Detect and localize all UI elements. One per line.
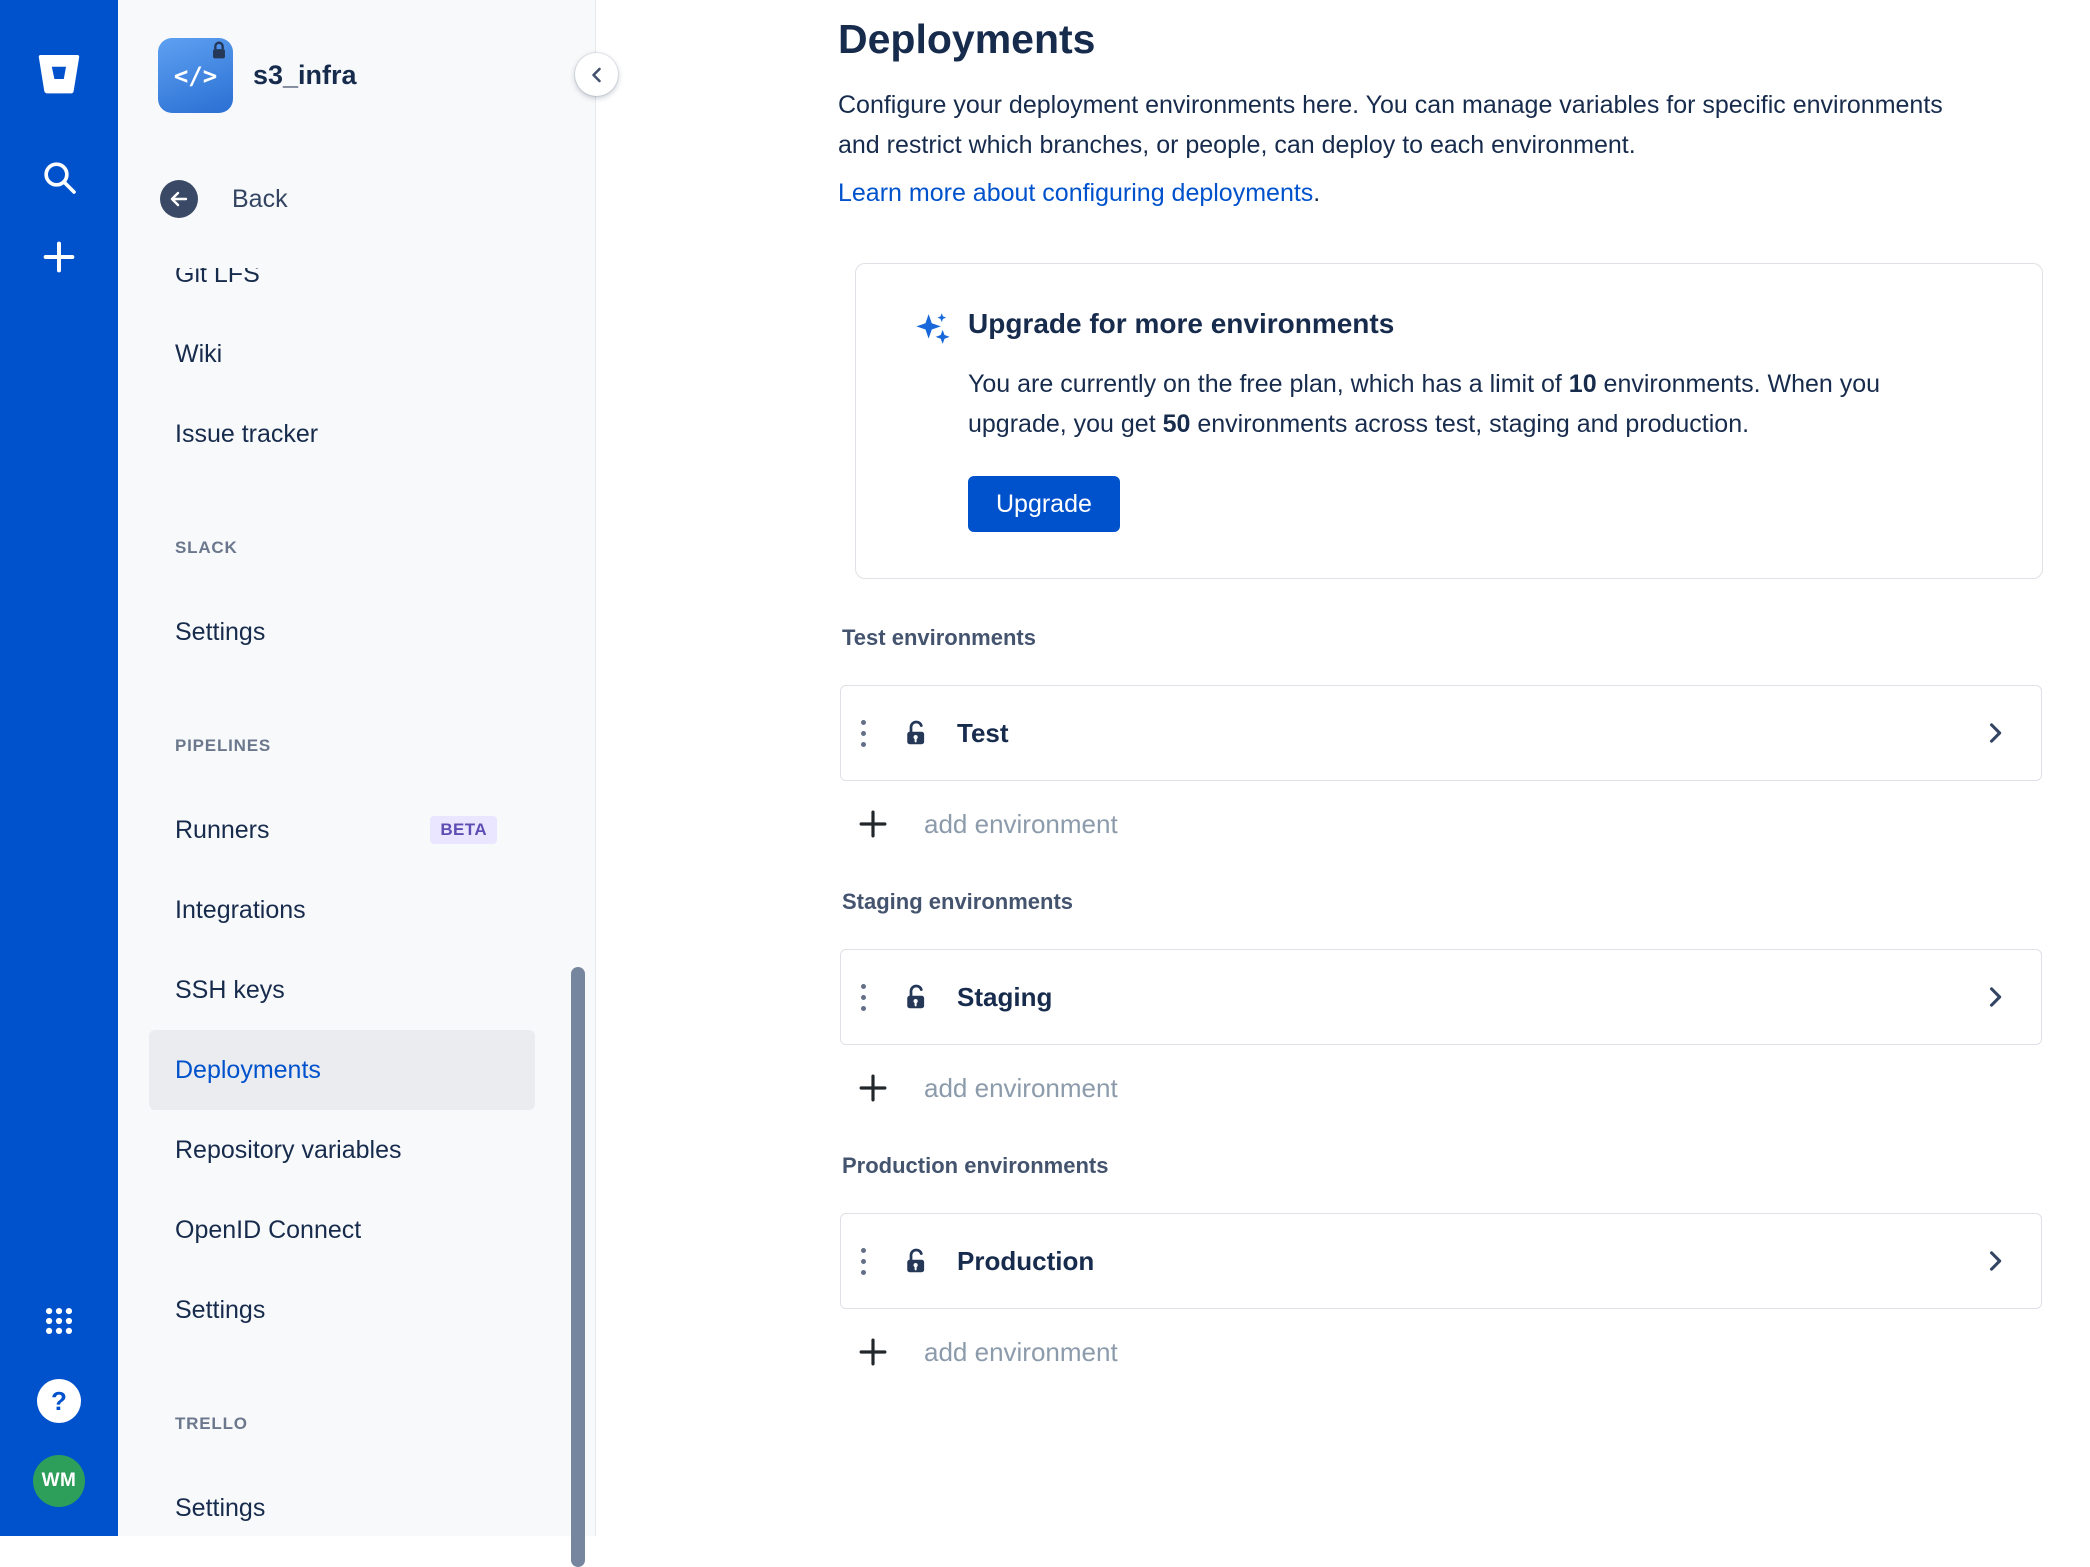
sidebar-item-label: Runners — [175, 816, 270, 845]
sidebar-item-slack-settings[interactable]: Settings — [149, 592, 535, 672]
page-description: Configure your deployment environments h… — [838, 85, 1943, 165]
plus-icon — [854, 1069, 892, 1107]
deployments-page: Deployments Configure your deployment en… — [596, 0, 2090, 1536]
unlock-icon — [901, 1246, 931, 1276]
learn-more-link[interactable]: Learn more about configuring deployments — [838, 179, 1313, 207]
sidebar-item-repository-variables[interactable]: Repository variables — [149, 1110, 535, 1190]
sidebar-item-pipelines-settings[interactable]: Settings — [149, 1270, 535, 1350]
upgrade-card-title: Upgrade for more environments — [968, 308, 2002, 340]
page-title: Deployments — [838, 16, 2045, 63]
search-icon[interactable] — [0, 152, 118, 202]
sidebar-header: </> s3_infra Back — [118, 0, 595, 268]
sidebar-heading-trello: TRELLO — [118, 1396, 595, 1452]
section-label-production: Production environments — [842, 1153, 2045, 1179]
add-environment-label: add environment — [924, 1073, 1118, 1104]
sidebar-item-label: SSH keys — [175, 976, 285, 1005]
environment-row-test[interactable]: Test — [840, 685, 2042, 781]
sidebar-item-label: Deployments — [175, 1056, 321, 1085]
back-label: Back — [232, 185, 288, 214]
lock-icon — [208, 40, 230, 62]
plus-icon — [854, 1333, 892, 1371]
sidebar-item-issue-tracker[interactable]: Issue tracker — [149, 394, 535, 474]
back-arrow-icon — [160, 180, 198, 218]
free-limit: 10 — [1569, 370, 1597, 398]
create-icon[interactable] — [0, 232, 118, 282]
repo-name: s3_infra — [253, 60, 357, 91]
add-environment-label: add environment — [924, 809, 1118, 840]
card-body-text: environments across test, staging and pr… — [1190, 410, 1749, 438]
sidebar-item-label: Settings — [175, 1494, 265, 1523]
sidebar-item-label: Wiki — [175, 340, 222, 369]
sidebar-collapse-button[interactable] — [575, 53, 618, 96]
sidebar-heading-pipelines: PIPELINES — [118, 718, 595, 774]
plus-icon — [854, 805, 892, 843]
environment-name: Test — [957, 718, 1009, 749]
sidebar-item-label: Integrations — [175, 896, 306, 925]
sidebar-item-git-lfs[interactable]: Git LFS — [149, 268, 535, 314]
environment-row-production[interactable]: Production — [840, 1213, 2042, 1309]
sidebar-item-label: Settings — [175, 1296, 265, 1325]
repo-sidebar: </> s3_infra Back Git LFS Wiki — [118, 0, 596, 1536]
sidebar-item-openid-connect[interactable]: OpenID Connect — [149, 1190, 535, 1270]
sidebar-item-label: OpenID Connect — [175, 1216, 361, 1245]
upgrade-card-body: You are currently on the free plan, whic… — [968, 364, 1978, 444]
sidebar-scrollbar[interactable] — [571, 967, 585, 1567]
unlock-icon — [901, 718, 931, 748]
sidebar-item-label: Issue tracker — [175, 420, 318, 449]
drag-handle-icon[interactable] — [841, 950, 885, 1044]
chevron-right-icon[interactable] — [1981, 719, 2009, 752]
learn-more-suffix: . — [1313, 179, 1320, 207]
sidebar-item-deployments[interactable]: Deployments — [149, 1030, 535, 1110]
avatar-initials: WM — [33, 1455, 85, 1507]
sidebar-scroll-area: Git LFS Wiki Issue tracker SLACK Setting… — [118, 268, 595, 1536]
sparkle-icon — [912, 308, 954, 355]
environment-name: Production — [957, 1246, 1094, 1277]
paid-limit: 50 — [1163, 410, 1191, 438]
sidebar-item-ssh-keys[interactable]: SSH keys — [149, 950, 535, 1030]
drag-handle-icon[interactable] — [841, 1214, 885, 1308]
sidebar-item-integrations[interactable]: Integrations — [149, 870, 535, 950]
help-icon[interactable]: ? — [0, 1374, 118, 1428]
section-label-test: Test environments — [842, 625, 2045, 651]
add-environment-test[interactable]: add environment — [854, 805, 1118, 843]
global-nav: ? WM — [0, 0, 118, 1536]
user-avatar[interactable]: WM — [0, 1452, 118, 1510]
environment-name: Staging — [957, 982, 1052, 1013]
chevron-right-icon[interactable] — [1981, 983, 2009, 1016]
repo-avatar-glyph: </> — [174, 62, 217, 90]
help-glyph: ? — [37, 1379, 81, 1423]
learn-more-line: Learn more about configuring deployments… — [838, 173, 2045, 213]
add-environment-staging[interactable]: add environment — [854, 1069, 1118, 1107]
sidebar-heading-slack: SLACK — [118, 520, 595, 576]
sidebar-item-label: Settings — [175, 618, 265, 647]
sidebar-item-label: Repository variables — [175, 1136, 402, 1165]
beta-badge: BETA — [430, 816, 497, 844]
sidebar-item-runners[interactable]: Runners BETA — [149, 790, 535, 870]
chevron-right-icon[interactable] — [1981, 1247, 2009, 1280]
sidebar-item-wiki[interactable]: Wiki — [149, 314, 535, 394]
card-body-text: You are currently on the free plan, whic… — [968, 370, 1569, 398]
environment-row-staging[interactable]: Staging — [840, 949, 2042, 1045]
chevron-left-icon — [585, 63, 609, 87]
upgrade-button[interactable]: Upgrade — [968, 476, 1120, 532]
app-switcher-icon[interactable] — [0, 1296, 118, 1346]
unlock-icon — [901, 982, 931, 1012]
add-environment-label: add environment — [924, 1337, 1118, 1368]
add-environment-production[interactable]: add environment — [854, 1333, 1118, 1371]
upgrade-card: Upgrade for more environments You are cu… — [855, 263, 2043, 579]
section-label-staging: Staging environments — [842, 889, 2045, 915]
bitbucket-logo-icon[interactable] — [0, 42, 118, 104]
sidebar-item-label: Git LFS — [175, 268, 260, 289]
sidebar-item-trello-settings[interactable]: Settings — [149, 1468, 535, 1536]
repo-avatar: </> — [158, 38, 233, 113]
drag-handle-icon[interactable] — [841, 686, 885, 780]
back-button[interactable]: Back — [160, 180, 288, 218]
